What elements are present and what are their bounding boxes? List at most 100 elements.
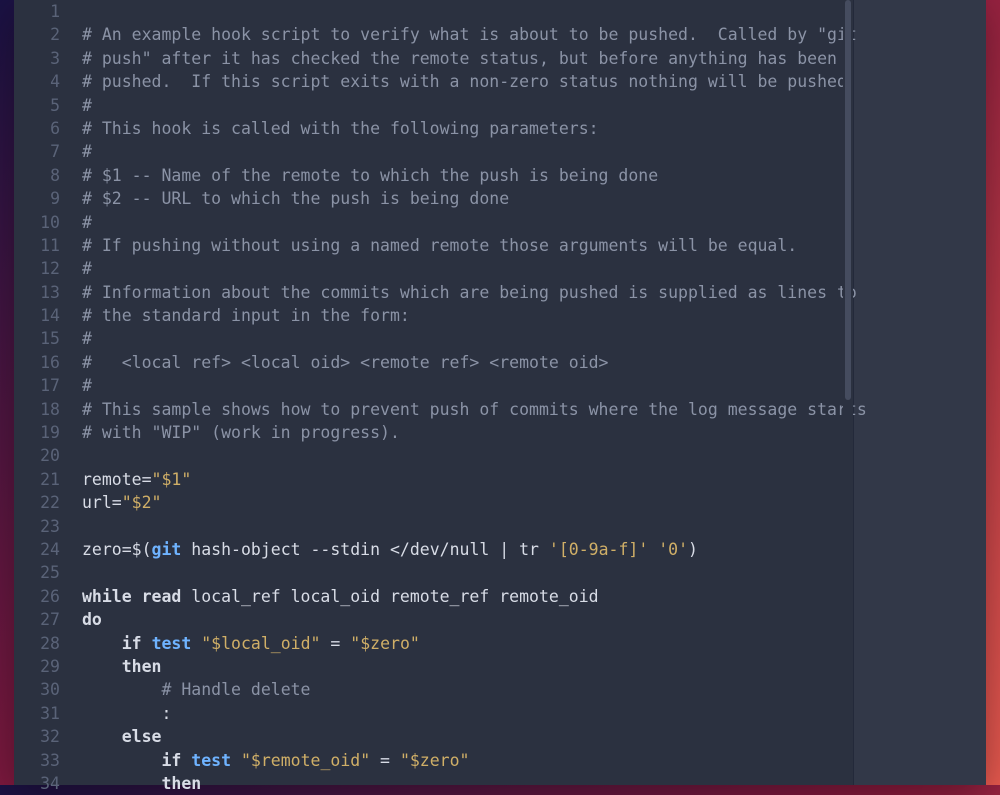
code-line[interactable]: # This sample shows how to prevent push …: [82, 398, 849, 421]
token: [142, 634, 152, 653]
code-line[interactable]: # An example hook script to verify what …: [82, 23, 849, 46]
token: [82, 774, 161, 793]
line-number: 8: [14, 164, 74, 187]
token: #: [82, 259, 92, 278]
scroll-thumb[interactable]: [845, 0, 851, 400]
code-line[interactable]: # Information about the commits which ar…: [82, 281, 849, 304]
token: # $2 -- URL to which the push is being d…: [82, 189, 509, 208]
code-line[interactable]: # This hook is called with the following…: [82, 117, 849, 140]
token: [82, 727, 122, 746]
code-line[interactable]: :: [82, 702, 849, 725]
code-line[interactable]: # <local ref> <local oid> <remote ref> <…: [82, 351, 849, 374]
line-number: 26: [14, 585, 74, 608]
code-line[interactable]: while read local_ref local_oid remote_re…: [82, 585, 849, 608]
code-editor[interactable]: 1234567891011121314151617181920212223242…: [14, 0, 854, 785]
code-line[interactable]: # the standard input in the form:: [82, 304, 849, 327]
token: remote=: [82, 470, 152, 489]
code-line[interactable]: if test "$remote_oid" = "$zero": [82, 749, 849, 772]
line-number: 25: [14, 561, 74, 584]
code-line[interactable]: then: [82, 655, 849, 678]
code-line[interactable]: #: [82, 211, 849, 234]
line-number: 9: [14, 187, 74, 210]
token: zero=$(: [82, 540, 152, 559]
line-number: 20: [14, 444, 74, 467]
code-line[interactable]: #: [82, 374, 849, 397]
token: #: [82, 329, 92, 348]
line-number: 30: [14, 678, 74, 701]
token: =: [320, 634, 350, 653]
token: =: [370, 751, 400, 770]
code-line[interactable]: # Handle delete: [82, 678, 849, 701]
code-line[interactable]: # If pushing without using a named remot…: [82, 234, 849, 257]
code-line[interactable]: # pushed. If this script exits with a no…: [82, 70, 849, 93]
token: "$local_oid": [201, 634, 320, 653]
token: "$2": [122, 493, 162, 512]
line-number: 3: [14, 47, 74, 70]
line-number: 12: [14, 257, 74, 280]
line-number: 33: [14, 749, 74, 772]
code-line[interactable]: url="$2": [82, 491, 849, 514]
token: [648, 540, 658, 559]
token: while read: [82, 587, 181, 606]
line-number: 21: [14, 468, 74, 491]
line-number: 5: [14, 94, 74, 117]
code-line[interactable]: # with "WIP" (work in progress).: [82, 421, 849, 444]
code-line[interactable]: if test "$local_oid" = "$zero": [82, 632, 849, 655]
code-line[interactable]: [82, 515, 849, 538]
token: # $1 -- Name of the remote to which the …: [82, 166, 658, 185]
token: # with "WIP" (work in progress).: [82, 423, 400, 442]
token: "$1": [152, 470, 192, 489]
token: test: [191, 751, 231, 770]
line-number: 10: [14, 211, 74, 234]
token: # Information about the commits which ar…: [82, 283, 857, 302]
token: # the standard input in the form:: [82, 306, 410, 325]
token: [191, 634, 201, 653]
line-number: 28: [14, 632, 74, 655]
code-line[interactable]: do: [82, 608, 849, 631]
code-line[interactable]: #: [82, 327, 849, 350]
token: "$zero": [350, 634, 420, 653]
line-number: 22: [14, 491, 74, 514]
token: if: [122, 634, 142, 653]
code-line[interactable]: #: [82, 140, 849, 163]
code-line[interactable]: # $2 -- URL to which the push is being d…: [82, 187, 849, 210]
token: test: [152, 634, 192, 653]
line-number: 31: [14, 702, 74, 725]
token: #: [82, 376, 92, 395]
token: "$zero": [400, 751, 470, 770]
token: ): [688, 540, 698, 559]
token: [82, 751, 161, 770]
line-number: 19: [14, 421, 74, 444]
token: else: [122, 727, 162, 746]
token: # This sample shows how to prevent push …: [82, 400, 867, 419]
line-number: 32: [14, 725, 74, 748]
code-line[interactable]: [82, 444, 849, 467]
token: #: [82, 142, 92, 161]
code-line[interactable]: # push" after it has checked the remote …: [82, 47, 849, 70]
line-number: 4: [14, 70, 74, 93]
token: # This hook is called with the following…: [82, 119, 599, 138]
token: [82, 657, 122, 676]
token: #: [82, 213, 92, 232]
code-line[interactable]: #: [82, 94, 849, 117]
token: git: [152, 540, 182, 559]
code-line[interactable]: [82, 0, 849, 23]
code-line[interactable]: else: [82, 725, 849, 748]
line-number: 24: [14, 538, 74, 561]
code-line[interactable]: # $1 -- Name of the remote to which the …: [82, 164, 849, 187]
code-line[interactable]: zero=$(git hash-object --stdin </dev/nul…: [82, 538, 849, 561]
token: # <local ref> <local oid> <remote ref> <…: [82, 353, 609, 372]
code-line[interactable]: then: [82, 772, 849, 795]
token: then: [161, 774, 201, 793]
token: do: [82, 610, 102, 629]
line-number: 27: [14, 608, 74, 631]
code-line[interactable]: remote="$1": [82, 468, 849, 491]
vertical-scrollbar[interactable]: [843, 0, 853, 785]
code-line[interactable]: [82, 561, 849, 584]
token: hash-object --stdin </dev/null | tr: [181, 540, 549, 559]
token: #: [82, 96, 92, 115]
code-area[interactable]: # An example hook script to verify what …: [82, 0, 849, 785]
token: url=: [82, 493, 122, 512]
line-number: 17: [14, 374, 74, 397]
code-line[interactable]: #: [82, 257, 849, 280]
